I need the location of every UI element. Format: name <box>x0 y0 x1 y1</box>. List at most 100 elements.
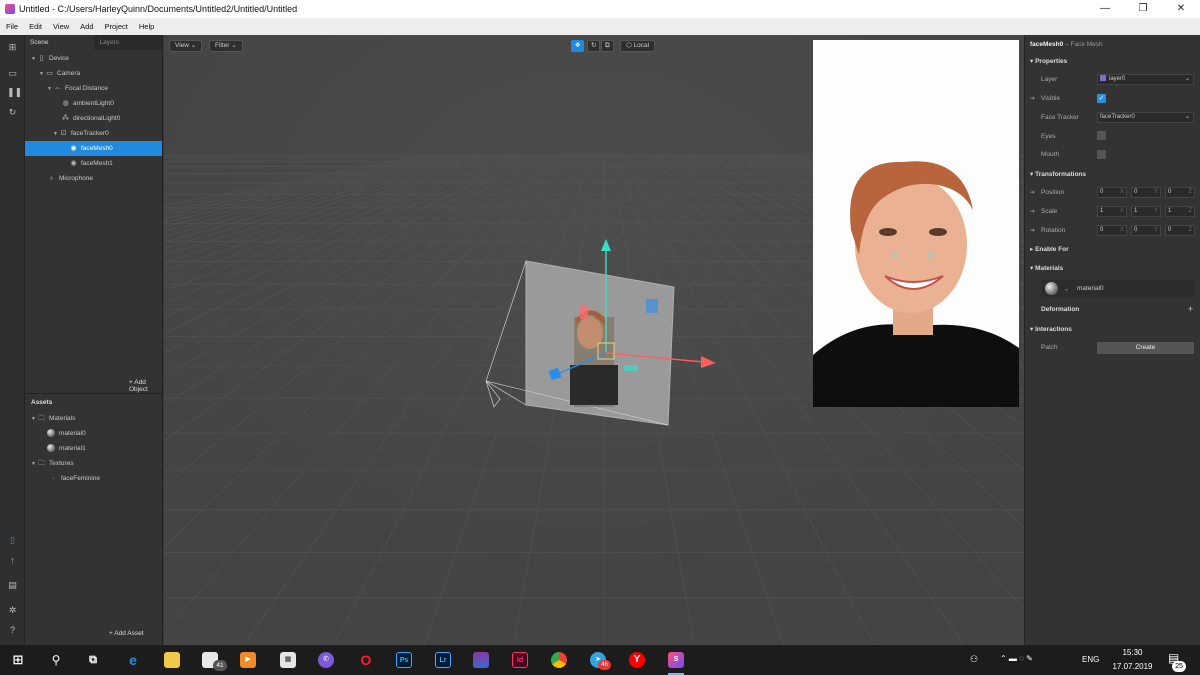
position-link-icon[interactable]: ➔ <box>1030 189 1035 196</box>
camera-icon[interactable]: ▭ <box>7 68 18 78</box>
store-icon[interactable]: ▦ <box>280 652 296 668</box>
tree-item-camera[interactable]: ▼ ▭ Camera <box>25 66 162 81</box>
layer-select[interactable]: layer0 ⌄ <box>1097 74 1194 85</box>
materials-header[interactable]: ▾ Materials <box>1030 264 1063 272</box>
menu-file[interactable]: File <box>6 22 18 31</box>
language-indicator[interactable]: ENG <box>1082 655 1099 664</box>
rotation-x-field[interactable]: 0X <box>1097 225 1127 236</box>
edge-icon[interactable]: e <box>125 652 141 668</box>
deformation-header[interactable]: Deformation <box>1041 306 1079 313</box>
explorer-icon[interactable] <box>164 652 180 668</box>
add-device-icon[interactable]: ▯ <box>7 535 18 545</box>
windows-start-icon[interactable]: ⊞ <box>10 652 26 668</box>
menu-help[interactable]: Help <box>139 22 154 31</box>
move-tool-button[interactable]: ✥ <box>571 40 585 52</box>
tree-item-ambient-light[interactable]: ◍ ambientLight0 <box>25 96 162 111</box>
opera-icon[interactable]: O <box>358 652 374 668</box>
chevron-down-icon[interactable]: ⌄ <box>1064 286 1069 292</box>
create-patch-button[interactable]: Create <box>1097 342 1194 354</box>
add-asset-button[interactable]: + Add Asset <box>109 630 144 637</box>
mouth-checkbox[interactable] <box>1097 150 1106 159</box>
properties-header[interactable]: ▾ Properties <box>1030 57 1067 65</box>
asset-face-feminine[interactable]: · faceFeminine <box>25 471 162 486</box>
tree-item-face-mesh1[interactable]: ◉ faceMesh1 <box>25 156 162 171</box>
bug-icon[interactable]: ✲ <box>7 605 18 615</box>
tab-layers[interactable]: Layers <box>94 35 162 50</box>
chrome-icon[interactable] <box>551 652 567 668</box>
material-slot[interactable]: ⌄ material0 <box>1041 280 1195 297</box>
task-view-icon[interactable]: ⧉ <box>85 652 101 668</box>
asset-material0[interactable]: material0 <box>25 426 162 441</box>
media-player-icon[interactable]: ▶ <box>240 652 256 668</box>
clock-time[interactable]: 15:30 <box>1110 648 1155 657</box>
transformations-header[interactable]: ▾ Transformations <box>1030 170 1086 178</box>
minimize-button[interactable]: — <box>1086 0 1124 18</box>
menu-project[interactable]: Project <box>105 22 128 31</box>
tray-icons[interactable]: ⌃ ▬ ◌ ✎ <box>1000 654 1033 663</box>
scale-z-field[interactable]: 1Z <box>1165 206 1195 217</box>
tree-item-focal-distance[interactable]: ▼ ⇔ Focal Distance <box>25 81 162 96</box>
clock-date[interactable]: 17.07.2019 <box>1108 662 1157 671</box>
material-sphere-icon <box>47 429 55 438</box>
asset-folder-textures[interactable]: ▼ 🗀 Textures <box>25 456 162 471</box>
tree-item-microphone[interactable]: ♁ Microphone <box>25 171 162 186</box>
yandex-icon[interactable]: Y <box>629 652 645 668</box>
upload-icon[interactable]: ↑ <box>7 555 18 565</box>
visible-link-icon[interactable]: ➔ <box>1030 95 1035 102</box>
asset-material1[interactable]: material1 <box>25 441 162 456</box>
winrar-icon[interactable] <box>473 652 489 668</box>
visible-checkbox[interactable]: ✓ <box>1097 94 1106 103</box>
camera-icon: ▭ <box>46 70 53 77</box>
deformation-add-button[interactable]: + <box>1188 304 1193 314</box>
close-button[interactable]: ✕ <box>1162 0 1200 18</box>
eyes-checkbox[interactable] <box>1097 131 1106 140</box>
tree-item-device[interactable]: ▼ ▯ Device <box>25 51 162 66</box>
export-icon[interactable]: ▤ <box>7 580 18 590</box>
tree-item-face-mesh0[interactable]: ◉ faceMesh0 <box>25 141 162 156</box>
view-dropdown[interactable]: View ⌄ <box>169 40 203 52</box>
material-sphere-icon <box>47 444 55 453</box>
scale-x-field[interactable]: 1X <box>1097 206 1127 217</box>
interactions-header[interactable]: ▾ Interactions <box>1030 325 1072 333</box>
chevron-down-icon: ⌄ <box>1184 76 1190 82</box>
restore-button[interactable]: ❐ <box>1124 0 1162 18</box>
local-toggle[interactable]: ⬡ Local <box>620 40 656 52</box>
photoshop-icon[interactable]: Ps <box>396 652 412 668</box>
position-z-field[interactable]: 0Z <box>1165 187 1195 198</box>
face-tracker-select[interactable]: faceTracker0 ⌄ <box>1097 112 1194 123</box>
simulator-preview[interactable] <box>813 40 1019 407</box>
position-y-field[interactable]: 0Y <box>1131 187 1161 198</box>
scale-y-field[interactable]: 1Y <box>1131 206 1161 217</box>
rotation-link-icon[interactable]: ➔ <box>1030 227 1035 234</box>
window-title: Untitled - C:/Users/HarleyQuinn/Document… <box>19 4 298 14</box>
tree-item-directional-light[interactable]: ⁂ directionalLight0 <box>25 111 162 126</box>
scale-label: Scale <box>1041 208 1058 215</box>
tab-scene[interactable]: Scene <box>25 35 95 50</box>
viber-icon[interactable]: ✆ <box>318 652 334 668</box>
scale-tool-button[interactable]: ⧉ <box>601 40 614 52</box>
add-object-button[interactable]: + Add Object <box>129 379 162 393</box>
face-mesh-icon: ◉ <box>70 160 77 167</box>
filter-dropdown[interactable]: Filter ⌄ <box>209 40 243 52</box>
pause-icon[interactable]: ❚❚ <box>7 87 22 97</box>
scale-link-icon[interactable]: ➔ <box>1030 208 1035 215</box>
menu-add[interactable]: Add <box>80 22 93 31</box>
menu-edit[interactable]: Edit <box>29 22 42 31</box>
refresh-icon[interactable]: ↻ <box>7 107 18 117</box>
scene-icon[interactable]: ⊞ <box>7 42 18 52</box>
tree-item-face-tracker[interactable]: ▼ ⊡ faceTracker0 <box>25 126 162 141</box>
spark-ar-icon[interactable]: S <box>668 652 684 668</box>
indesign-icon[interactable]: Id <box>512 652 528 668</box>
rotation-z-field[interactable]: 0Z <box>1165 225 1195 236</box>
rotate-tool-button[interactable]: ↻ <box>587 40 601 52</box>
help-icon[interactable]: ? <box>7 625 18 635</box>
people-icon[interactable]: ⚇ <box>970 654 978 665</box>
search-icon[interactable]: ⚲ <box>48 652 64 668</box>
asset-folder-materials[interactable]: ▼ 🗀 Materials <box>25 411 162 426</box>
viewport[interactable]: View ⌄ Filter ⌄ ✥ ↻ ⧉ ⬡ Local <box>164 35 1024 645</box>
menu-view[interactable]: View <box>53 22 69 31</box>
rotation-y-field[interactable]: 0Y <box>1131 225 1161 236</box>
enable-for-header[interactable]: ▸ Enable For <box>1030 245 1069 253</box>
position-x-field[interactable]: 0X <box>1097 187 1127 198</box>
lightroom-icon[interactable]: Lr <box>435 652 451 668</box>
